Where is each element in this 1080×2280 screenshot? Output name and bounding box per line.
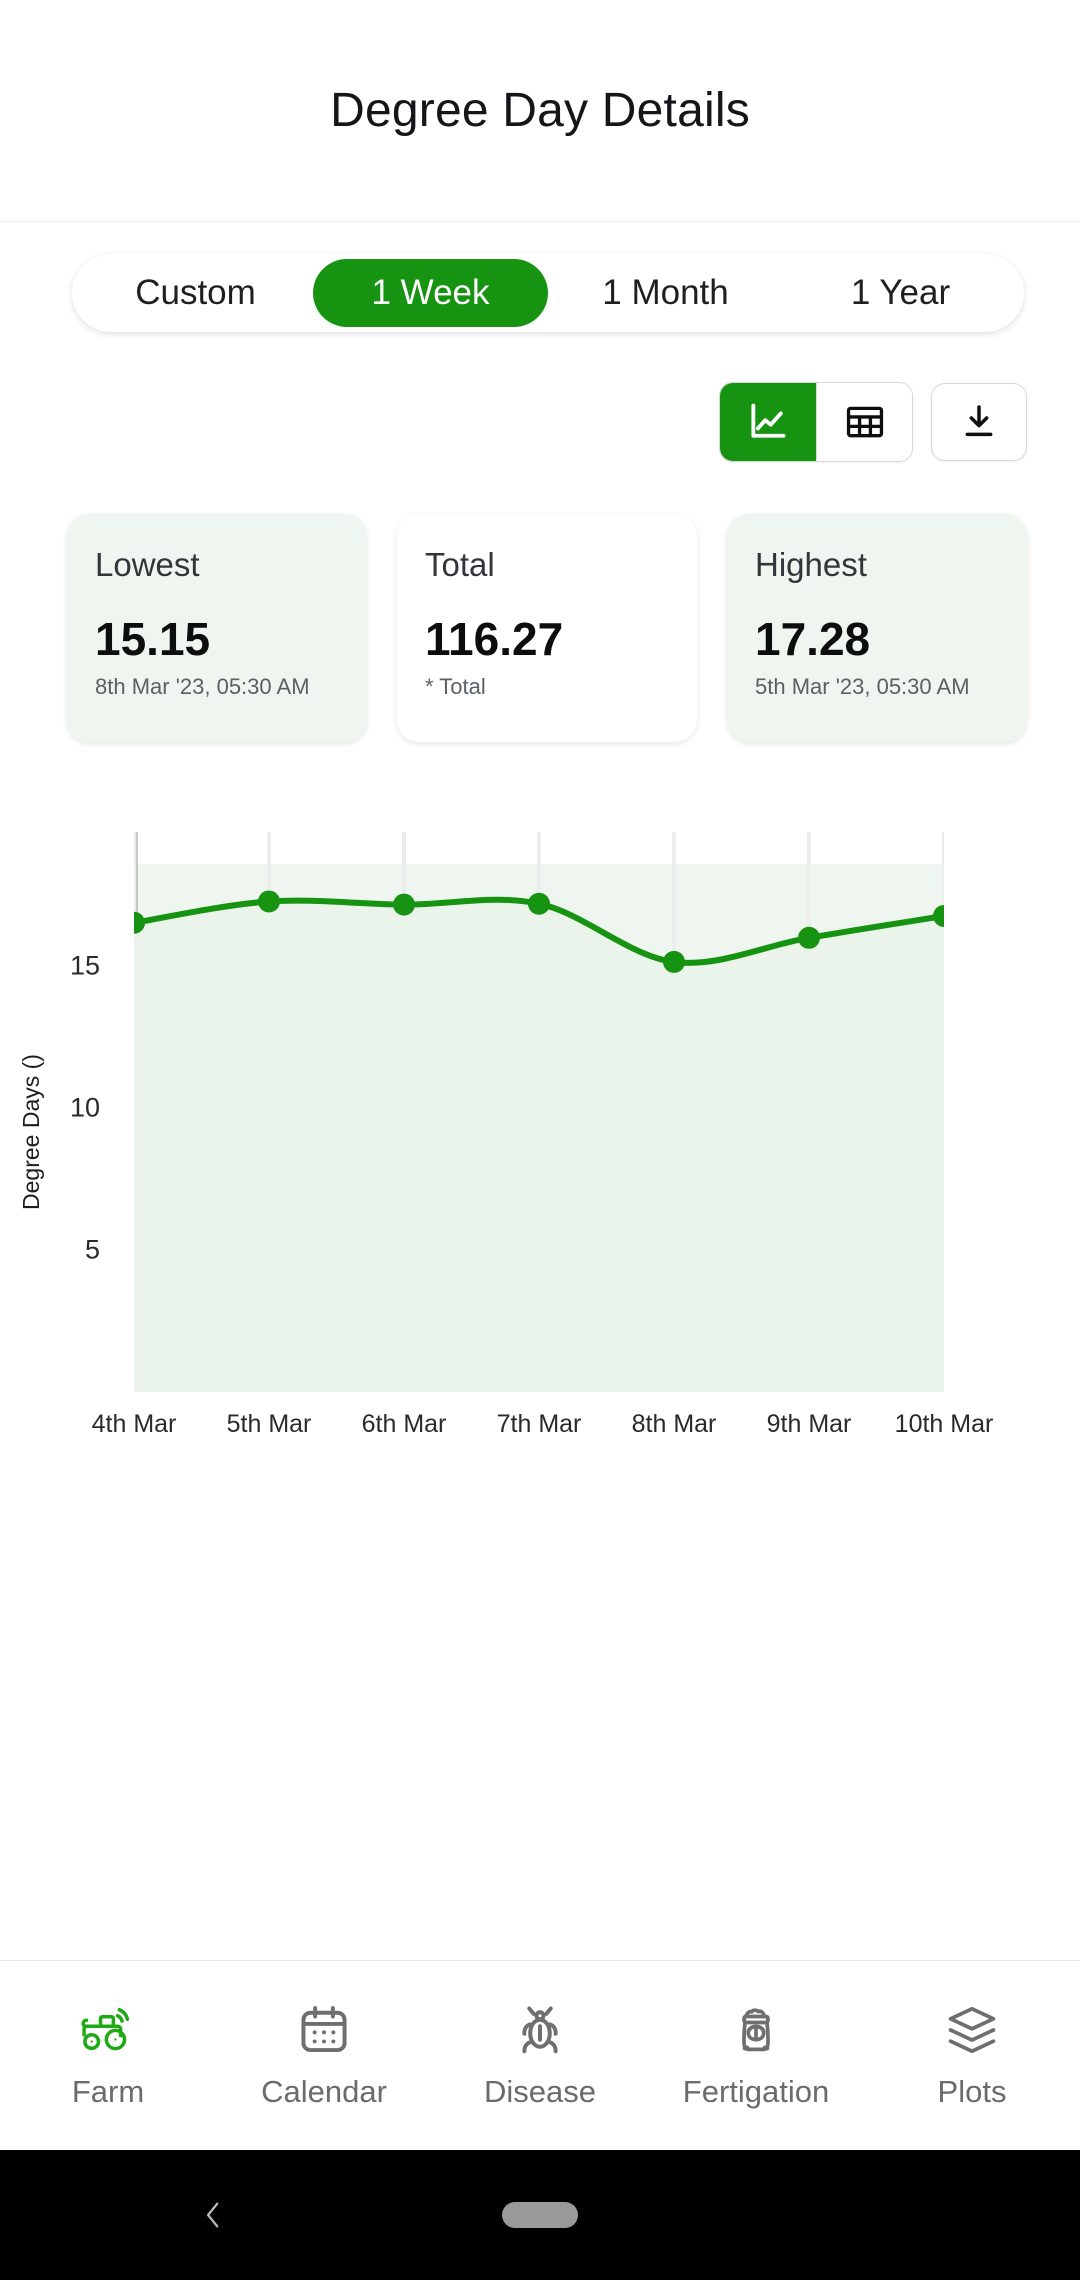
x-axis-tick-label: 8th Mar bbox=[631, 1410, 717, 1438]
nav-item-plots[interactable]: Plots bbox=[864, 2002, 1080, 2110]
y-axis-tick-label: 15 bbox=[69, 950, 100, 981]
download-icon bbox=[965, 405, 993, 437]
chart-data-point[interactable] bbox=[393, 893, 415, 916]
stat-value: 17.28 bbox=[755, 613, 871, 665]
chart-area-fill bbox=[134, 899, 944, 1392]
tractor-icon bbox=[81, 2007, 130, 2050]
x-axis-tick-label: 4th Mar bbox=[91, 1410, 177, 1438]
x-axis-tick-label: 9th Mar bbox=[766, 1410, 852, 1438]
nav-label: Disease bbox=[484, 2073, 596, 2109]
chart-view-button[interactable] bbox=[720, 383, 816, 461]
nav-label: Calendar bbox=[261, 2073, 387, 2109]
range-tab-label: 1 Month bbox=[602, 273, 729, 312]
bottom-navigation: Farm Calendar Disease Fertigation Plots bbox=[0, 1960, 1080, 2150]
chart-svg bbox=[134, 832, 944, 1392]
range-tab-1-year[interactable]: 1 Year bbox=[783, 259, 1018, 327]
stat-value: 15.15 bbox=[95, 613, 211, 665]
x-axis-tick-label: 5th Mar bbox=[226, 1410, 312, 1438]
bug-icon bbox=[522, 2006, 558, 2053]
x-axis-tick-label: 7th Mar bbox=[496, 1410, 582, 1438]
stat-subtext: 8th Mar '23, 05:30 AM bbox=[95, 674, 310, 699]
stat-card-highest: Highest 17.28 5th Mar '23, 05:30 AM bbox=[727, 514, 1027, 742]
degree-days-chart: Degree Days () 5 10 15 4th Mar 5th Mar 6th M… bbox=[0, 832, 1080, 1438]
nav-item-disease[interactable]: Disease bbox=[432, 2002, 648, 2110]
range-tab-custom[interactable]: Custom bbox=[78, 259, 313, 327]
stat-value: 116.27 bbox=[425, 613, 564, 665]
android-system-bar bbox=[0, 2150, 1080, 2280]
home-pill-icon[interactable] bbox=[502, 2202, 578, 2228]
back-chevron-icon[interactable] bbox=[196, 2198, 230, 2232]
nav-label: Fertigation bbox=[682, 2073, 830, 2109]
download-button[interactable] bbox=[931, 383, 1027, 461]
plot-area bbox=[134, 832, 944, 1392]
x-axis-tick-label: 6th Mar bbox=[361, 1410, 447, 1438]
chart-data-point[interactable] bbox=[258, 890, 280, 913]
page-title: Degree Day Details bbox=[330, 84, 750, 137]
range-tab-label: 1 Year bbox=[850, 273, 951, 312]
stat-label: Highest bbox=[755, 546, 867, 583]
range-tab-group: Custom 1 Week 1 Month 1 Year bbox=[72, 254, 1024, 332]
range-tab-label: Custom bbox=[135, 273, 256, 312]
stat-subtext: 5th Mar '23, 05:30 AM bbox=[755, 674, 970, 699]
range-tab-1-month[interactable]: 1 Month bbox=[548, 259, 783, 327]
stat-label: Total bbox=[425, 546, 495, 583]
stat-subtext: * Total bbox=[425, 674, 486, 699]
layers-icon bbox=[948, 2006, 996, 2053]
stat-label: Lowest bbox=[95, 546, 200, 583]
nav-item-fertigation[interactable]: Fertigation bbox=[648, 2002, 864, 2110]
y-axis-tick-label: 5 bbox=[84, 1234, 100, 1265]
chart-data-point[interactable] bbox=[528, 892, 550, 915]
line-chart-icon bbox=[751, 403, 786, 438]
app-header: Degree Day Details bbox=[0, 0, 1080, 222]
range-tab-label: 1 Week bbox=[371, 273, 490, 312]
table-view-button[interactable] bbox=[816, 383, 912, 461]
main-content: Custom 1 Week 1 Month 1 Year Lowest 15.1… bbox=[0, 222, 1080, 1960]
summary-cards: Lowest 15.15 8th Mar '23, 05:30 AM Total… bbox=[67, 514, 1027, 742]
x-axis-tick-label: 10th Mar bbox=[894, 1410, 994, 1438]
nav-label: Plots bbox=[937, 2073, 1007, 2109]
chart-data-point[interactable] bbox=[798, 926, 820, 949]
stat-card-lowest: Lowest 15.15 8th Mar '23, 05:30 AM bbox=[67, 514, 367, 742]
view-toolbar bbox=[0, 382, 1027, 462]
y-axis-tick-label: 10 bbox=[69, 1092, 100, 1123]
range-tab-1-week[interactable]: 1 Week bbox=[313, 259, 548, 327]
chart-data-point[interactable] bbox=[663, 950, 685, 973]
nav-item-farm[interactable]: Farm bbox=[0, 2002, 216, 2110]
fertilizer-bag-icon bbox=[742, 2007, 770, 2051]
app-root: Degree Day Details Custom 1 Week 1 Month… bbox=[0, 0, 1080, 2280]
stat-card-total: Total 116.27 * Total bbox=[397, 514, 697, 742]
view-mode-group bbox=[719, 382, 913, 462]
nav-item-calendar[interactable]: Calendar bbox=[216, 2002, 432, 2110]
nav-label: Farm bbox=[71, 2073, 145, 2109]
calendar-icon bbox=[301, 2005, 347, 2052]
table-icon bbox=[846, 406, 883, 438]
y-axis-ticks: 5 10 15 bbox=[40, 832, 100, 1432]
